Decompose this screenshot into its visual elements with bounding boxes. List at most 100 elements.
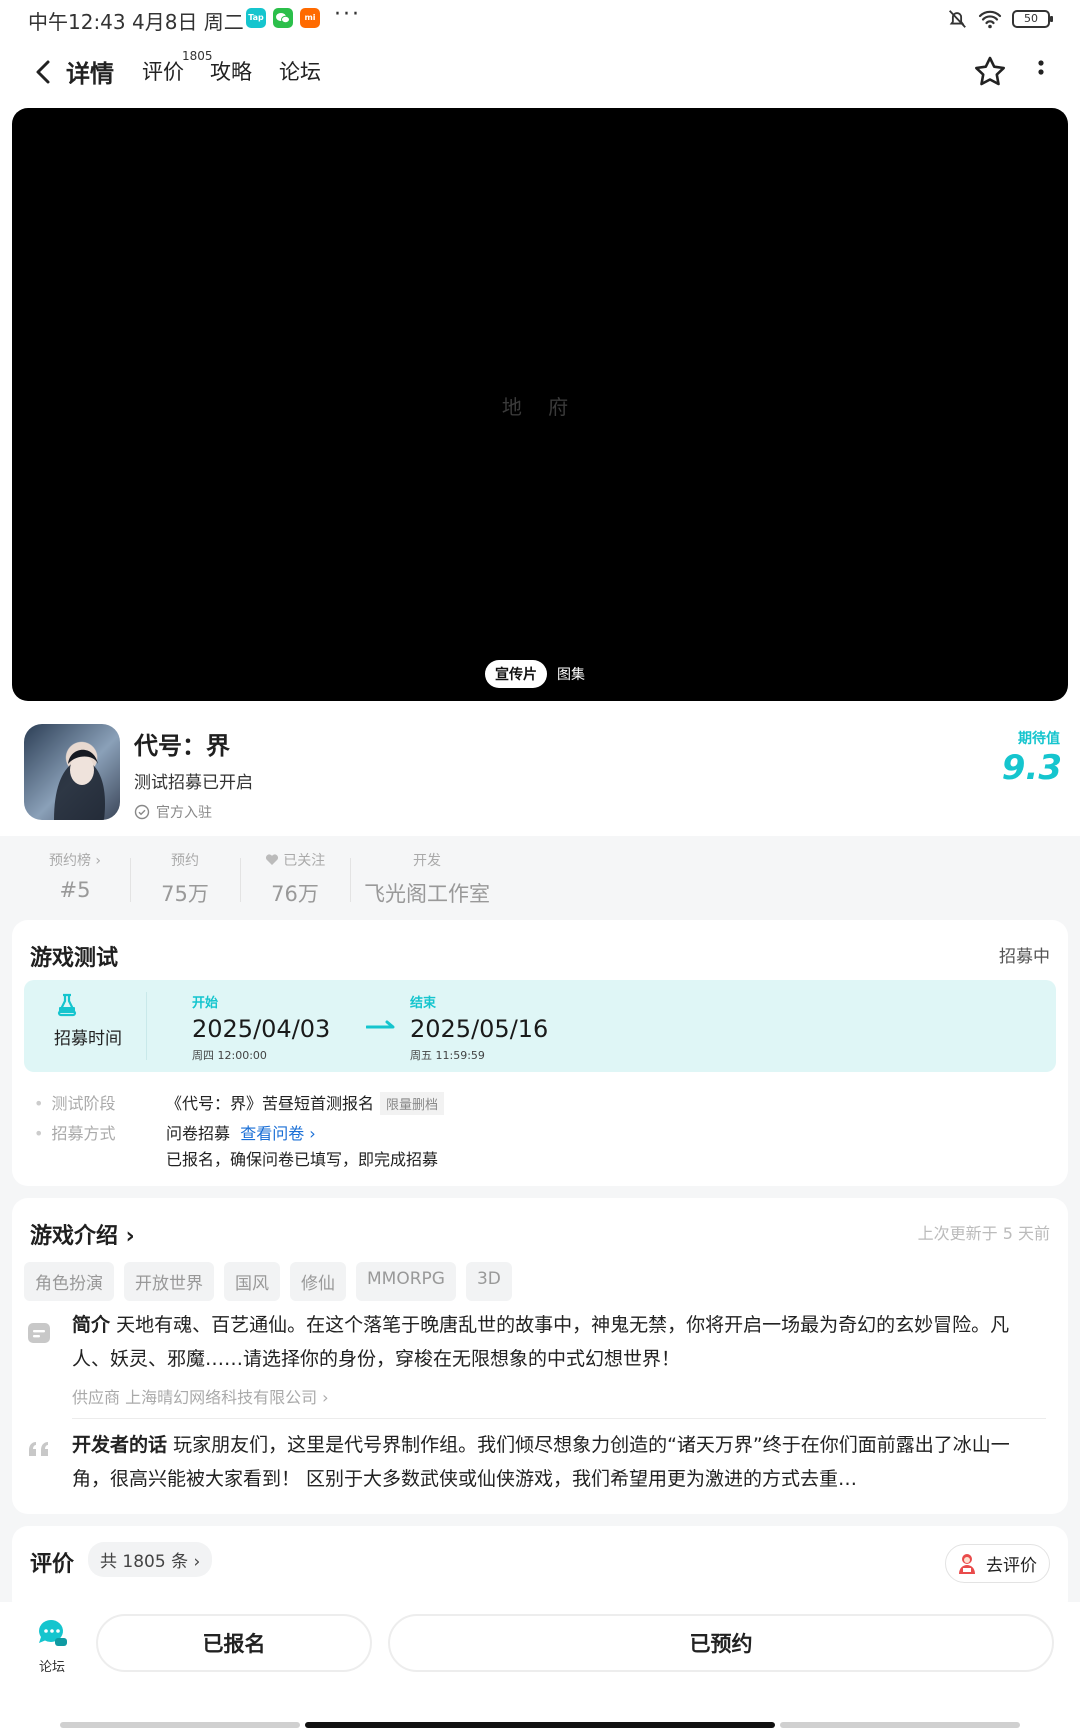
status-bar: 中午12:43 4月8日 周二 Tap mi ··· 50: [0, 0, 1080, 40]
game-test-card: 游戏测试 招募中 招募时间 开始 2025/04/03 周四 12:00:00 …: [12, 920, 1068, 1186]
media-switcher: 宣传片 图集: [485, 660, 585, 688]
test-stage-text: 《代号：界》苦昼短首测报名: [166, 1094, 375, 1113]
stat-reservations: 预约 75万: [150, 850, 220, 908]
tab-guides[interactable]: 攻略: [210, 56, 252, 86]
start-time: 开始 2025/04/03 周四 12:00:00: [192, 992, 330, 1063]
review-count-link[interactable]: 共 1805 条 ›: [88, 1542, 213, 1577]
write-review-button[interactable]: 去评价: [945, 1544, 1050, 1583]
stat-rank[interactable]: 预约榜 › #5: [40, 850, 110, 902]
forum-chat-icon: [38, 1619, 67, 1646]
developer-words-label: 开发者的话: [72, 1434, 168, 1456]
stat-divider: [350, 858, 351, 902]
status-time: 中午12:43 4月8日 周二: [28, 10, 244, 34]
game-title: 代号：界: [134, 732, 230, 760]
official-badge: 官方入驻: [134, 802, 212, 822]
forum-label: 论坛: [38, 1660, 65, 1675]
test-stage-label: 测试阶段: [34, 1090, 115, 1114]
more-notifications-icon: ···: [334, 2, 361, 27]
stat-developer-value: 飞光阁工作室: [364, 882, 490, 906]
favorite-star-icon[interactable]: [972, 54, 1008, 90]
recruit-time-panel: 招募时间 开始 2025/04/03 周四 12:00:00 结束 2025/0…: [24, 980, 1056, 1072]
signed-up-button[interactable]: 已报名: [96, 1614, 372, 1672]
wifi-icon: [978, 10, 1002, 29]
tab-reviews-count: 1805: [182, 49, 213, 63]
tag-chip[interactable]: 开放世界: [124, 1262, 214, 1301]
recruit-divider: [146, 992, 147, 1060]
stat-reservations-value: 75万: [161, 882, 209, 906]
stat-followers-label: 已关注: [255, 850, 335, 870]
end-weekday-time: 周五 11:59:59: [410, 1049, 485, 1062]
expectation-label: 期待值: [1018, 731, 1060, 747]
game-intro-title[interactable]: 游戏介绍 ›: [30, 1218, 135, 1250]
tab-details-label: 详情: [66, 60, 114, 88]
status-icons: 50: [946, 8, 1053, 30]
stat-divider: [240, 858, 241, 902]
stat-followers-text: 已关注: [283, 853, 326, 869]
tab-forum[interactable]: 论坛: [279, 56, 321, 86]
end-date: 2025/05/16: [410, 1015, 549, 1043]
test-stage-value: 《代号：界》苦昼短首测报名 限量删档: [166, 1090, 445, 1115]
stat-divider: [130, 858, 131, 902]
verified-check-icon: [134, 804, 150, 820]
gesture-bar-left: [60, 1722, 300, 1728]
promo-video-chip[interactable]: 宣传片: [485, 660, 547, 688]
test-method-label: 招募方式: [34, 1120, 115, 1144]
start-date: 2025/04/03: [192, 1015, 331, 1043]
video-watermark: 地 府: [501, 395, 579, 419]
game-intro-card: 游戏介绍 › 上次更新于 5 天前 角色扮演 开放世界 国风 修仙 MMORPG…: [12, 1198, 1068, 1514]
tab-reviews[interactable]: 评价: [142, 56, 184, 86]
stat-reservations-label: 预约: [171, 853, 199, 869]
arrow-right-icon: [366, 1020, 395, 1029]
tag-chip[interactable]: MMORPG: [356, 1262, 456, 1301]
stat-rank-label: 预约榜 ›: [48, 853, 102, 869]
tag-chip[interactable]: 角色扮演: [24, 1262, 114, 1301]
stat-followers-value: 76万: [271, 882, 319, 906]
forum-button[interactable]: 论坛: [28, 1616, 76, 1675]
write-review-label: 去评价: [986, 1556, 1037, 1576]
tag-chip[interactable]: 国风: [224, 1262, 280, 1301]
supplier-link[interactable]: 供应商 上海晴幻网络科技有限公司 ›: [72, 1384, 329, 1408]
official-label: 官方入驻: [156, 805, 212, 821]
reviews-title: 评价: [30, 1552, 75, 1577]
mi-app-icon: mi: [300, 8, 320, 28]
end-label: 结束: [410, 996, 437, 1011]
game-subtitle: 测试招募已开启: [134, 773, 253, 793]
tag-list: 角色扮演 开放世界 国风 修仙 MMORPG 3D: [24, 1262, 512, 1301]
game-test-title: 游戏测试: [30, 946, 119, 971]
gesture-bar-right: [780, 1722, 1020, 1728]
summary-icon: [28, 1323, 50, 1343]
summary-label: 简介: [72, 1314, 111, 1336]
battery-icon: 50: [1012, 10, 1053, 28]
limited-tag: 限量删档: [380, 1092, 445, 1115]
test-method-text: 问卷招募: [166, 1124, 231, 1143]
taptap-app-icon: Tap: [246, 8, 266, 28]
start-weekday-time: 周四 12:00:00: [192, 1049, 267, 1062]
recruit-status: 招募中: [999, 947, 1050, 967]
reserved-button[interactable]: 已预约: [388, 1614, 1054, 1672]
stats-row: 预约榜 › #5 预约 75万 已关注 76万 开发 飞光阁工作室: [0, 838, 1080, 918]
promo-video-player[interactable]: 地 府 宣传片 图集: [12, 108, 1068, 701]
developer-words-text: 玩家朋友们，这里是代号界制作组。我们倾尽想象力创造的“诸天万界”终于在你们面前露…: [72, 1434, 1010, 1490]
summary-paragraph: 简介 天地有魂、百艺通仙。在这个落笔于晚唐乱世的故事中，神鬼无禁，你将开启一场最…: [72, 1308, 1042, 1376]
test-method-note-text: 已报名，确保问卷已填写，即完成招募: [166, 1150, 439, 1169]
game-header: 代号：界 测试招募已开启 官方入驻 期待值 9.3: [0, 712, 1080, 832]
gesture-home-indicator[interactable]: [305, 1722, 775, 1728]
tag-chip[interactable]: 3D: [465, 1262, 512, 1301]
tag-chip[interactable]: 修仙: [290, 1262, 346, 1301]
back-arrow-icon[interactable]: [26, 54, 62, 90]
review-mascot-icon: [959, 1553, 975, 1574]
more-options-icon[interactable]: [1036, 58, 1046, 86]
last-updated: 上次更新于 5 天前: [917, 1224, 1050, 1243]
quote-icon: [29, 1442, 48, 1456]
stat-developer[interactable]: 开发 飞光阁工作室: [364, 850, 490, 908]
heart-icon: [265, 854, 278, 865]
test-method-note: 已报名，确保问卷已填写，即完成招募: [166, 1146, 438, 1170]
stat-developer-label: 开发: [413, 853, 441, 869]
test-method-value: 问卷招募 查看问卷 ›: [166, 1120, 316, 1144]
developer-words[interactable]: 开发者的话 玩家朋友们，这里是代号界制作组。我们倾尽想象力创造的“诸天万界”终于…: [72, 1428, 1042, 1496]
view-questionnaire-link[interactable]: 查看问卷 ›: [240, 1124, 316, 1143]
beta-icon: [57, 993, 77, 1017]
wechat-app-icon: [273, 8, 293, 28]
tab-details[interactable]: 详情: [66, 54, 114, 89]
gallery-chip[interactable]: 图集: [557, 664, 585, 684]
